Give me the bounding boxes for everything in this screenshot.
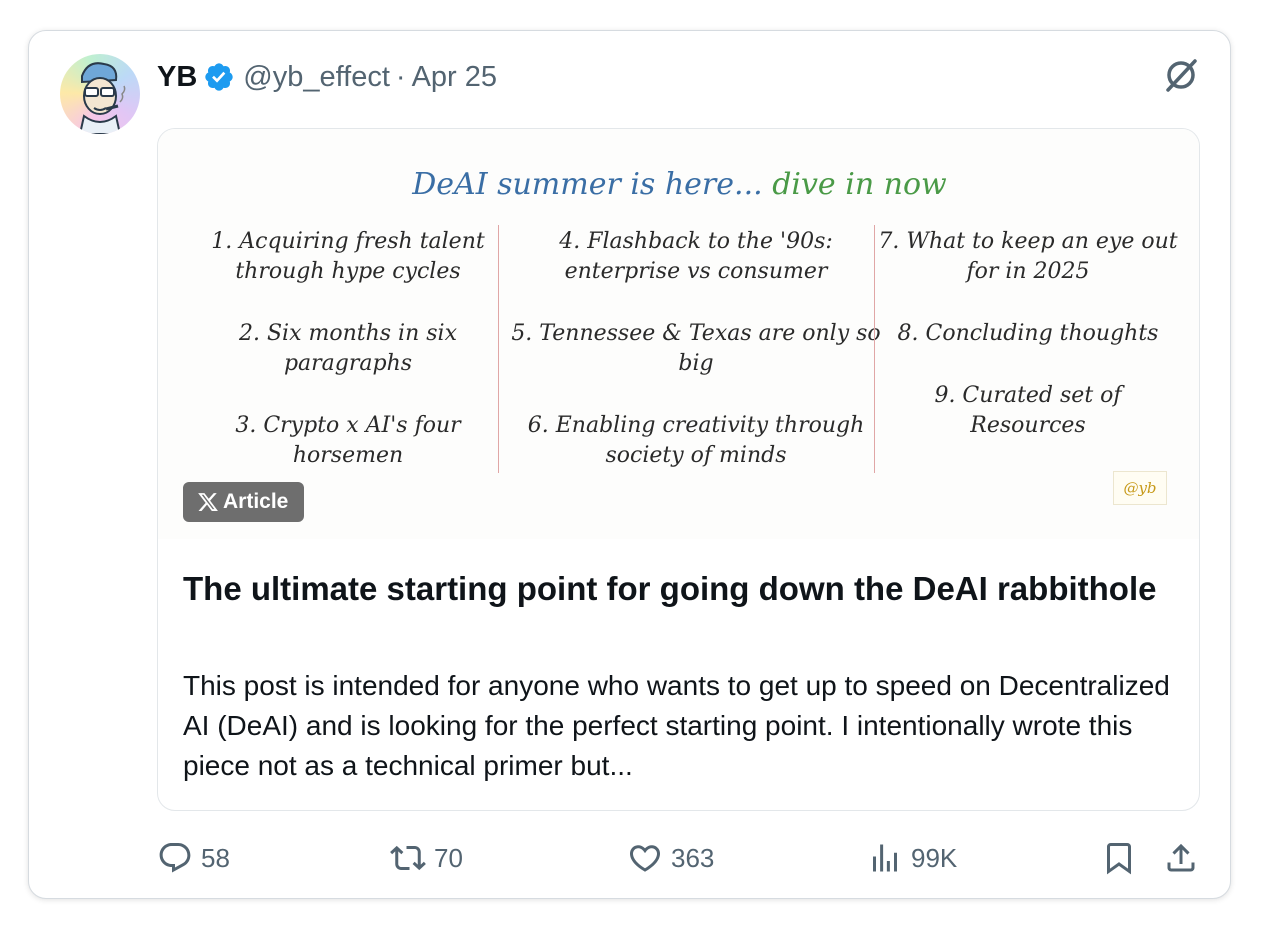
tweet-header: YB @yb_effect · Apr 25	[157, 59, 497, 95]
reply-count: 58	[201, 842, 230, 873]
view-count: 99K	[911, 842, 958, 873]
heart-icon	[629, 845, 661, 872]
thumbnail-item: 2. Six months in six paragraphs	[239, 321, 457, 376]
thumbnail-item: 9. Curated set of Resources	[934, 383, 1122, 438]
thumbnail-divider	[498, 225, 499, 473]
bookmark-button[interactable]	[1101, 836, 1145, 880]
repost-count: 70	[434, 842, 463, 873]
repost-icon	[390, 845, 426, 871]
analytics-icon	[873, 844, 897, 872]
tweet-date[interactable]: Apr 25	[412, 61, 497, 94]
thumbnail-item: 5. Tennessee & Texas are only so big	[511, 321, 881, 376]
author-name[interactable]: YB	[157, 61, 197, 94]
thumbnail-item: 8. Concluding thoughts	[897, 321, 1159, 346]
thumbnail-title-part1: DeAI summer is here...	[412, 167, 763, 202]
repost-button[interactable]: 70	[390, 836, 463, 880]
article-badge: Article	[183, 482, 305, 522]
thumbnail-item: 6. Enabling creativity through society o…	[527, 413, 865, 468]
thumbnail-divider	[874, 225, 875, 473]
author-handle[interactable]: @yb_effect	[243, 61, 390, 94]
grok-icon[interactable]	[1162, 56, 1200, 94]
x-logo-icon	[198, 493, 218, 511]
article-badge-label: Article	[223, 490, 289, 513]
thumbnail-item: 4. Flashback to the '90s: enterprise vs …	[559, 229, 833, 284]
thumbnail-item: 7. What to keep an eye out for in 2025	[878, 229, 1178, 284]
verified-badge-icon	[205, 63, 233, 91]
thumbnail-title-part2: dive in now	[772, 167, 947, 202]
action-bar: 58 70 363 99K	[157, 836, 1207, 880]
views-button[interactable]: 99K	[867, 836, 957, 880]
like-count: 363	[671, 842, 715, 873]
reply-button[interactable]: 58	[157, 836, 230, 880]
thumbnail-column-1: 1. Acquiring fresh talent through hype c…	[188, 227, 508, 503]
article-card[interactable]: DeAI summer is here... dive in now 1. Ac…	[157, 128, 1200, 811]
thumbnail-item: 1. Acquiring fresh talent through hype c…	[211, 229, 485, 284]
like-button[interactable]: 363	[627, 836, 714, 880]
thumbnail-column-2: 4. Flashback to the '90s: enterprise vs …	[510, 227, 882, 503]
bookmark-icon	[1107, 843, 1131, 875]
article-title[interactable]: The ultimate starting point for going do…	[183, 569, 1183, 609]
share-icon	[1167, 843, 1195, 872]
article-thumbnail: DeAI summer is here... dive in now 1. Ac…	[158, 129, 1199, 539]
thumbnail-column-3: 7. What to keep an eye out for in 2025 8…	[878, 227, 1178, 473]
tweet-card[interactable]: YB @yb_effect · Apr 25 DeAI summer is he…	[28, 30, 1231, 899]
article-description: This post is intended for anyone who wan…	[183, 670, 1170, 781]
separator-dot: ·	[395, 60, 406, 93]
thumbnail-title: DeAI summer is here... dive in now	[158, 167, 1199, 202]
thumbnail-item: 3. Crypto x AI's four horsemen	[235, 413, 461, 468]
thumbnail-stamp: @yb	[1113, 471, 1167, 505]
avatar-illustration	[78, 62, 126, 134]
avatar[interactable]	[60, 54, 140, 134]
share-button[interactable]	[1163, 836, 1207, 880]
reply-icon	[159, 843, 191, 873]
